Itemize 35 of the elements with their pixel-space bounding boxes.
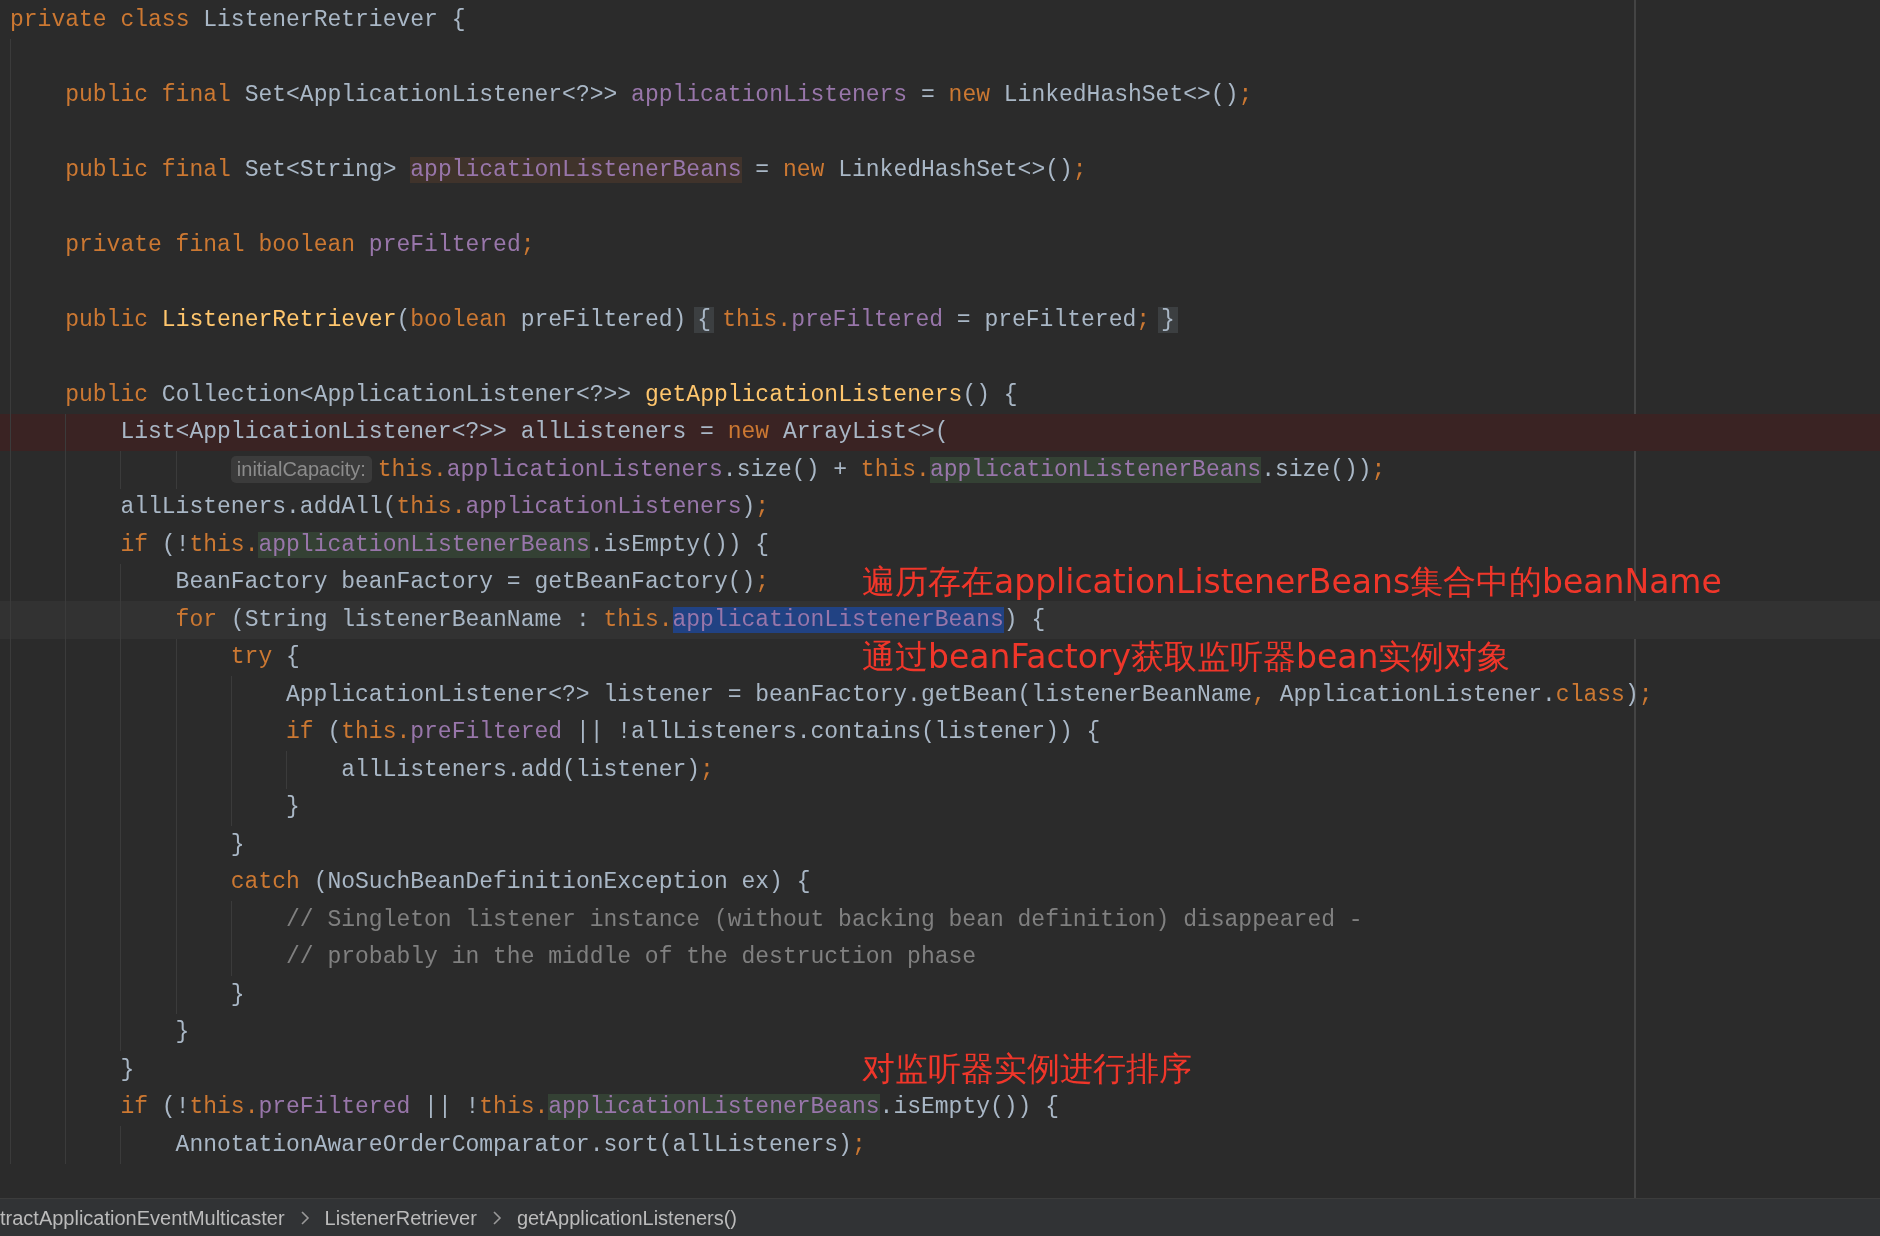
code-line: allListeners.addAll(this.applicationListeners); xyxy=(120,494,770,521)
parameter-hint: initialCapacity: xyxy=(230,456,372,484)
code-line: public final Set<String> applicationListenerBeans = new LinkedHashSet<>(); xyxy=(65,156,1087,183)
annotation-text: 遍历存在applicationListenerBeans集合中的beanName xyxy=(862,561,1722,602)
code-line: for (String listenerBeanName : this.applicationListenerBeans) { xyxy=(175,606,1046,633)
code-line: } xyxy=(175,1019,190,1046)
code-line: List<ApplicationListener<?>> allListeners = new ArrayList<>( xyxy=(120,419,949,446)
code-line: try { xyxy=(230,644,300,671)
code-line: ApplicationListener<?> listener = beanFactory.getBean(listenerBeanName, ApplicationListener.class); xyxy=(286,681,1653,708)
breadcrumb-item[interactable]: getApplicationListeners() xyxy=(516,1205,737,1230)
code-comment: // Singleton listener instance (without backing bean definition) disappeared - xyxy=(286,906,1363,933)
code-line: } xyxy=(230,981,245,1008)
code-line: } xyxy=(230,831,245,858)
code-line: if (this.preFiltered || !allListeners.contains(listener)) { xyxy=(286,719,1101,746)
code-line: public ListenerRetriever(boolean preFiltered) { this.preFiltered = preFiltered; } xyxy=(65,306,1178,333)
code-line: AnnotationAwareOrderComparator.sort(allListeners); xyxy=(175,1131,866,1158)
code-line: private final boolean preFiltered; xyxy=(65,231,535,258)
code-line: } xyxy=(120,1056,135,1083)
code-line: catch (NoSuchBeanDefinitionException ex) { xyxy=(230,869,811,896)
chevron-icon xyxy=(298,1209,311,1226)
code-line: this.applicationListeners.size() + this.applicationListenerBeans.size()); xyxy=(377,456,1386,483)
code-line: if (!this.applicationListenerBeans.isEmpty()) { xyxy=(120,531,770,558)
code-line: public Collection<ApplicationListener<?>> getApplicationListeners() { xyxy=(65,381,1018,408)
chevron-icon xyxy=(490,1209,503,1226)
annotation-text: 通过beanFactory获取监听器bean实例对象 xyxy=(862,636,1511,677)
breadcrumb-item[interactable]: ListenerRetriever xyxy=(324,1205,477,1230)
code-line: public final Set<ApplicationListener<?>> applicationListeners = new LinkedHashSet<>(); xyxy=(65,81,1253,108)
code-line: if (!this.preFiltered || !this.applicationListenerBeans.isEmpty()) { xyxy=(120,1094,1059,1121)
code-line: BeanFactory beanFactory = getBeanFactory(); xyxy=(175,569,770,596)
code-line: allListeners.add(listener); xyxy=(341,756,714,783)
code-comment: // probably in the middle of the destruction phase xyxy=(286,944,977,971)
code-line: } xyxy=(286,794,300,821)
code-line: private class ListenerRetriever { xyxy=(10,6,466,33)
breadcrumb-item[interactable]: tractApplicationEventMulticaster xyxy=(0,1205,285,1230)
annotation-text: 对监听器实例进行排序 xyxy=(862,1049,1192,1089)
